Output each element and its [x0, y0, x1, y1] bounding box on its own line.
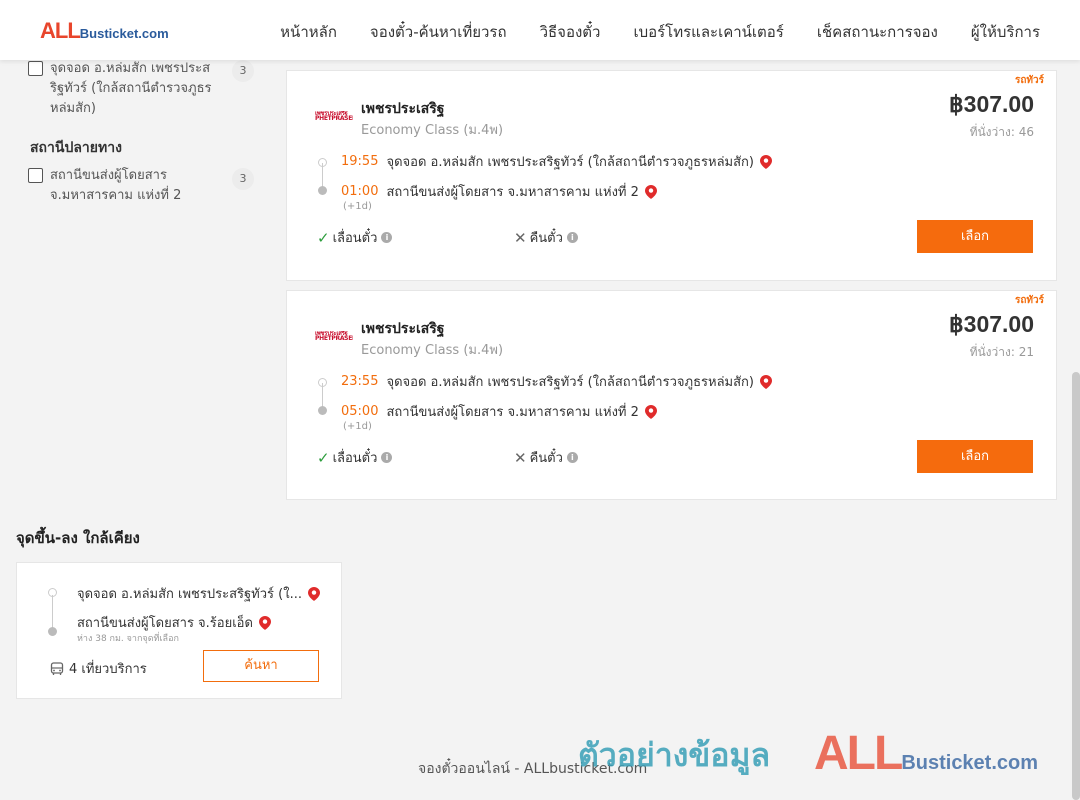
trip-price: ฿307.00: [949, 311, 1034, 337]
nav-operators[interactable]: ผู้ให้บริการ: [971, 20, 1040, 44]
refund-ticket-feature: ✕ คืนตั๋ว i: [514, 447, 578, 468]
check-icon: ✓: [317, 448, 330, 467]
cross-icon: ✕: [514, 448, 527, 467]
timeline-end-dot: [318, 186, 327, 195]
departure-row: 23:55 จุดจอด อ.หล่มสัก เพชรประสริฐทัวร์ …: [341, 371, 772, 392]
nav-check-status[interactable]: เช็คสถานะการจอง: [817, 20, 938, 44]
departure-row: 19:55 จุดจอด อ.หล่มสัก เพชรประสริฐทัวร์ …: [341, 151, 772, 172]
operator-name: เพชรประเสริฐ: [361, 321, 445, 337]
refund-ticket-feature: ✕ คืนตั๋ว i: [514, 227, 578, 248]
nearby-trip-count: 4 เที่ยวบริการ: [50, 658, 147, 679]
nearby-to-stop: สถานีขนส่งผู้โดยสาร จ.ร้อยเอ็ด: [77, 612, 271, 633]
watermark-text: ตัวอย่างข้อมูล: [578, 736, 771, 774]
operator-logo: เพชรประเสริฐ PHETPRASERT: [315, 331, 353, 341]
nearby-search-button[interactable]: ค้นหา: [203, 650, 319, 682]
select-trip-button[interactable]: เลือก: [917, 440, 1033, 473]
departure-stop: จุดจอด อ.หล่มสัก เพชรประสริฐทัวร์ (ใกล้ส…: [386, 375, 754, 390]
arrival-stop: สถานีขนส่งผู้โดยสาร จ.มหาสารคาม แห่งที่ …: [386, 405, 639, 420]
page-scrollbar[interactable]: [1072, 372, 1080, 800]
origin-filter-checkbox[interactable]: [28, 61, 43, 76]
bus-icon: [50, 661, 64, 675]
nav-book-search[interactable]: จองตั๋ว-ค้นหาเที่ยวรถ: [370, 20, 507, 44]
map-pin-icon[interactable]: [759, 374, 772, 389]
plus-day-label: (+1d): [343, 201, 372, 212]
trip-card: รถทัวร์ เพชรประเสริฐ PHETPRASERT เพชรประ…: [286, 70, 1057, 281]
origin-filter-label: จุดจอด อ.หล่มสัก เพชรประสริฐทัวร์ (ใกล้ส…: [50, 61, 212, 116]
nearby-route-card: จุดจอด อ.หล่มสัก เพชรประสริฐทัวร์ (ใ... …: [16, 562, 342, 699]
operator-name: เพชรประเสริฐ: [361, 101, 445, 117]
nearby-section-title: จุดขึ้น-ลง ใกล้เคียง: [16, 529, 140, 547]
main-nav: หน้าหลัก จองตั๋ว-ค้นหาเที่ยวรถ วิธีจองตั…: [280, 20, 1040, 44]
nearby-distance: ห่าง 38 กม. จากจุดที่เลือก: [77, 634, 179, 644]
operator-logo: เพชรประเสริฐ PHETPRASERT: [315, 111, 353, 121]
departure-time: 23:55: [341, 374, 379, 389]
watermark-logo: ALLBusticket.com: [814, 727, 1039, 780]
bus-type-badge: รถทัวร์: [1014, 295, 1044, 306]
nav-how-to-book[interactable]: วิธีจองตั๋ว: [540, 20, 601, 44]
site-header: ALLBusticket.com หน้าหลัก จองตั๋ว-ค้นหาเ…: [0, 0, 1080, 60]
site-logo[interactable]: ALLBusticket.com: [40, 18, 169, 44]
departure-time: 19:55: [341, 154, 379, 169]
bus-type-badge: รถทัวร์: [1014, 75, 1044, 86]
seats-available: ที่นั่งว่าง: 46: [969, 125, 1034, 139]
seats-available: ที่นั่งว่าง: 21: [969, 345, 1034, 359]
bus-class: Economy Class (ม.4พ): [361, 123, 504, 138]
change-ticket-feature: ✓ เลื่อนตั๋ว i: [317, 227, 393, 248]
timeline-end-dot: [48, 627, 57, 636]
origin-filter-item[interactable]: จุดจอด อ.หล่มสัก เพชรประสริฐทัวร์ (ใกล้ส…: [28, 59, 222, 119]
trip-price: ฿307.00: [949, 91, 1034, 117]
destination-filter-checkbox[interactable]: [28, 168, 43, 183]
info-icon[interactable]: i: [566, 232, 578, 243]
info-icon[interactable]: i: [381, 452, 393, 463]
timeline-end-dot: [318, 406, 327, 415]
change-ticket-feature: ✓ เลื่อนตั๋ว i: [317, 447, 393, 468]
bus-class: Economy Class (ม.4พ): [361, 343, 504, 358]
departure-stop: จุดจอด อ.หล่มสัก เพชรประสริฐทัวร์ (ใกล้ส…: [386, 155, 754, 170]
arrival-time: 01:00: [341, 184, 379, 199]
arrival-time: 05:00: [341, 404, 379, 419]
destination-filter-count: 3: [232, 168, 254, 190]
arrival-row: 01:00 สถานีขนส่งผู้โดยสาร จ.มหาสารคาม แห…: [341, 181, 657, 202]
map-pin-icon[interactable]: [307, 586, 320, 601]
cross-icon: ✕: [514, 228, 527, 247]
destination-filter-item[interactable]: สถานีขนส่งผู้โดยสาร จ.มหาสารคาม แห่งที่ …: [28, 166, 222, 206]
check-icon: ✓: [317, 228, 330, 247]
map-pin-icon[interactable]: [759, 154, 772, 169]
destination-filter-heading: สถานีปลายทาง: [30, 140, 122, 156]
destination-filter-label: สถานีขนส่งผู้โดยสาร จ.มหาสารคาม แห่งที่ …: [50, 168, 182, 203]
nearby-from-stop: จุดจอด อ.หล่มสัก เพชรประสริฐทัวร์ (ใ...: [77, 583, 320, 604]
info-icon[interactable]: i: [566, 452, 578, 463]
nav-phone-counter[interactable]: เบอร์โทรและเคาน์เตอร์: [633, 20, 783, 44]
map-pin-icon[interactable]: [258, 615, 271, 630]
map-pin-icon[interactable]: [644, 184, 657, 199]
arrival-row: 05:00 สถานีขนส่งผู้โดยสาร จ.มหาสารคาม แห…: [341, 401, 657, 422]
info-icon[interactable]: i: [381, 232, 393, 243]
origin-filter-count: 3: [232, 60, 254, 82]
nav-home[interactable]: หน้าหลัก: [280, 20, 337, 44]
plus-day-label: (+1d): [343, 421, 372, 432]
select-trip-button[interactable]: เลือก: [917, 220, 1033, 253]
map-pin-icon[interactable]: [644, 404, 657, 419]
timeline-line: [52, 595, 53, 631]
arrival-stop: สถานีขนส่งผู้โดยสาร จ.มหาสารคาม แห่งที่ …: [386, 185, 639, 200]
trip-card: รถทัวร์ เพชรประเสริฐ PHETPRASERT เพชรประ…: [286, 290, 1057, 500]
